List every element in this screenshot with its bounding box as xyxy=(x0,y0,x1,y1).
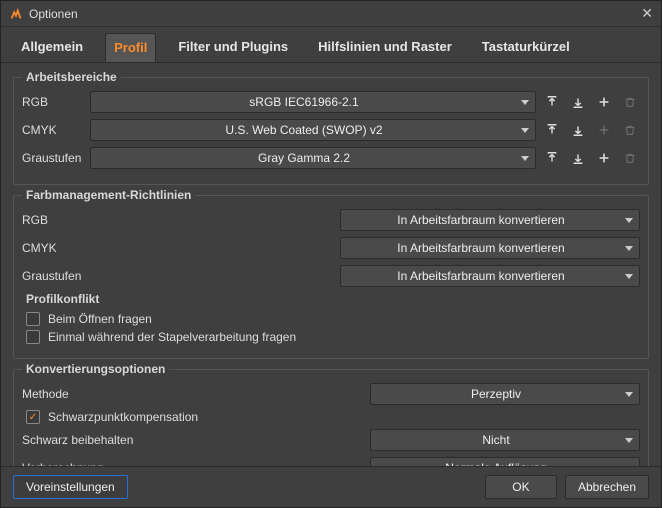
ask-open-checkbox[interactable] xyxy=(26,312,40,326)
ask-open-label: Beim Öffnen fragen xyxy=(48,312,152,326)
options-dialog: Optionen ✕ Allgemein Profil Filter und P… xyxy=(0,0,662,508)
footer-bar: Voreinstellungen OK Abbrechen xyxy=(1,466,661,507)
workspace-cmyk-select[interactable]: U.S. Web Coated (SWOP) v2 xyxy=(90,119,536,141)
trash-icon xyxy=(620,148,640,168)
conversion-legend: Konvertierungsoptionen xyxy=(22,362,169,376)
method-select[interactable]: Perzeptiv xyxy=(370,383,640,405)
workspace-rgb-row: RGB sRGB IEC61966-2.1 xyxy=(22,90,640,114)
workspace-gray-select[interactable]: Gray Gamma 2.2 xyxy=(90,147,536,169)
upload-icon[interactable] xyxy=(542,120,562,140)
workspace-rgb-label: RGB xyxy=(22,95,84,109)
ask-batch-row: Einmal während der Stapelverarbeitung fr… xyxy=(26,330,636,344)
upload-icon[interactable] xyxy=(542,148,562,168)
add-icon xyxy=(594,120,614,140)
ask-batch-label: Einmal während der Stapelverarbeitung fr… xyxy=(48,330,296,344)
trash-icon xyxy=(620,120,640,140)
bpc-checkbox[interactable]: ✓ xyxy=(26,410,40,424)
window-title: Optionen xyxy=(29,7,78,21)
add-icon[interactable] xyxy=(594,92,614,112)
upload-icon[interactable] xyxy=(542,92,562,112)
workspaces-legend: Arbeitsbereiche xyxy=(22,70,121,84)
close-icon[interactable]: ✕ xyxy=(641,5,653,22)
tab-general[interactable]: Allgemein xyxy=(13,33,91,62)
policy-gray-select[interactable]: In Arbeitsfarbraum konvertieren xyxy=(340,265,640,287)
policy-cmyk-select[interactable]: In Arbeitsfarbraum konvertieren xyxy=(340,237,640,259)
bpc-label: Schwarzpunktkompensation xyxy=(48,410,198,424)
workspace-gray-label: Graustufen xyxy=(22,151,84,165)
conversion-group: Konvertierungsoptionen Methode Perzeptiv… xyxy=(13,369,649,466)
ok-button[interactable]: OK xyxy=(485,475,557,499)
method-row: Methode Perzeptiv xyxy=(22,382,640,406)
policy-rgb-label: RGB xyxy=(22,213,334,227)
titlebar: Optionen ✕ xyxy=(1,1,661,27)
workspace-gray-row: Graustufen Gray Gamma 2.2 xyxy=(22,146,640,170)
tab-filters[interactable]: Filter und Plugins xyxy=(170,33,296,62)
workspace-cmyk-label: CMYK xyxy=(22,123,84,137)
policy-gray-label: Graustufen xyxy=(22,269,334,283)
bpc-row: ✓ Schwarzpunktkompensation xyxy=(26,410,636,424)
policy-rgb-select[interactable]: In Arbeitsfarbraum konvertieren xyxy=(340,209,640,231)
presets-button[interactable]: Voreinstellungen xyxy=(13,475,128,499)
precalc-row: Vorberechnung Normale Auflösung xyxy=(22,456,640,466)
download-icon[interactable] xyxy=(568,148,588,168)
workspaces-group: Arbeitsbereiche RGB sRGB IEC61966-2.1 CM… xyxy=(13,77,649,185)
tab-bar: Allgemein Profil Filter und Plugins Hilf… xyxy=(1,27,661,63)
policy-cmyk-row: CMYK In Arbeitsfarbraum konvertieren xyxy=(22,236,640,260)
policy-gray-row: Graustufen In Arbeitsfarbraum konvertier… xyxy=(22,264,640,288)
profile-conflict-legend: Profilkonflikt xyxy=(26,292,640,306)
app-icon xyxy=(9,7,23,21)
policy-cmyk-label: CMYK xyxy=(22,241,334,255)
add-icon[interactable] xyxy=(594,148,614,168)
trash-icon xyxy=(620,92,640,112)
policy-rgb-row: RGB In Arbeitsfarbraum konvertieren xyxy=(22,208,640,232)
black-select[interactable]: Nicht xyxy=(370,429,640,451)
tab-profile[interactable]: Profil xyxy=(105,33,156,62)
black-label: Schwarz beibehalten xyxy=(22,433,364,447)
black-row: Schwarz beibehalten Nicht xyxy=(22,428,640,452)
method-label: Methode xyxy=(22,387,364,401)
precalc-select[interactable]: Normale Auflösung xyxy=(370,457,640,466)
precalc-label: Vorberechnung xyxy=(22,461,364,466)
policies-legend: Farbmanagement-Richtlinien xyxy=(22,188,195,202)
cancel-button[interactable]: Abbrechen xyxy=(565,475,649,499)
ask-open-row: Beim Öffnen fragen xyxy=(26,312,636,326)
policies-group: Farbmanagement-Richtlinien RGB In Arbeit… xyxy=(13,195,649,359)
workspace-cmyk-row: CMYK U.S. Web Coated (SWOP) v2 xyxy=(22,118,640,142)
tab-guides[interactable]: Hilfslinien und Raster xyxy=(310,33,460,62)
tab-shortcuts[interactable]: Tastaturkürzel xyxy=(474,33,578,62)
content-area: Arbeitsbereiche RGB sRGB IEC61966-2.1 CM… xyxy=(1,63,661,466)
ask-batch-checkbox[interactable] xyxy=(26,330,40,344)
download-icon[interactable] xyxy=(568,120,588,140)
workspace-rgb-select[interactable]: sRGB IEC61966-2.1 xyxy=(90,91,536,113)
download-icon[interactable] xyxy=(568,92,588,112)
